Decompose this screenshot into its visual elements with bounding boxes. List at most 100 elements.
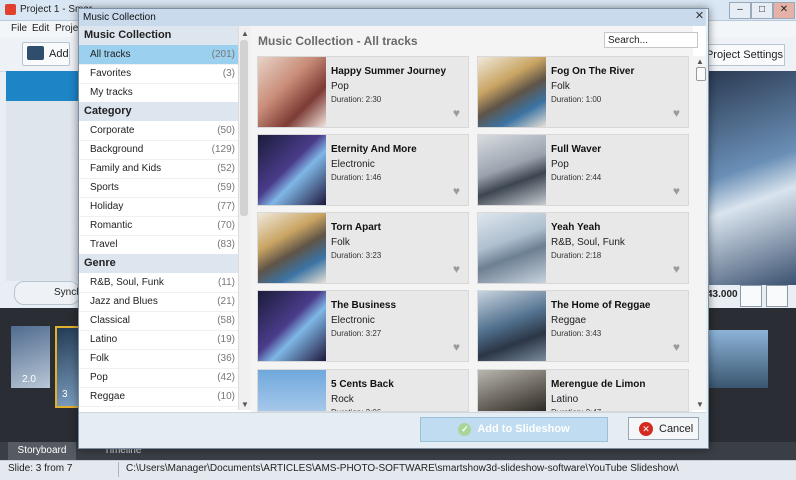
sidebar-section-heading: Music Collection	[79, 26, 238, 45]
fullscreen-icon[interactable]	[740, 285, 762, 307]
sidebar-item[interactable]: All tracks (201)	[79, 45, 238, 65]
track-card[interactable]: Eternity And More Electronic Duration: 1:4…	[257, 134, 469, 206]
track-genre: Rock	[331, 394, 354, 405]
sidebar-item[interactable]: R&B, Soul, Funk (11)	[79, 273, 238, 293]
scroll-up-icon[interactable]: ▲	[241, 29, 249, 38]
heart-icon[interactable]: ♥	[453, 263, 460, 275]
sidebar-item-label: Romantic	[90, 220, 133, 231]
sidebar-item[interactable]: Sports (59)	[79, 178, 238, 198]
sidebar-item[interactable]: Background (129)	[79, 140, 238, 160]
sidebar-item-count: (58)	[217, 315, 235, 326]
sidebar-item-label: Travel	[90, 239, 118, 250]
sidebar-item[interactable]: Latino (19)	[79, 330, 238, 350]
add-to-slideshow-button[interactable]: ✓ Add to Slideshow	[420, 417, 608, 442]
sidebar-item-label: All tracks	[90, 49, 131, 60]
heart-icon[interactable]: ♥	[673, 263, 680, 275]
track-duration: Duration: 3:27	[331, 329, 382, 338]
track-thumbnail	[478, 57, 546, 127]
track-thumbnail	[258, 57, 326, 127]
add-to-slideshow-label: Add to Slideshow	[477, 423, 570, 435]
app-logo-icon	[5, 4, 16, 15]
sidebar-item-count: (77)	[217, 201, 235, 212]
track-card[interactable]: Happy Summer Journey Pop Duration: 2:30 ♥	[257, 56, 469, 128]
sidebar-item-count: (11)	[217, 277, 235, 288]
sidebar-item-count: (21)	[217, 296, 235, 307]
sidebar-section-heading: Genre	[79, 254, 238, 273]
track-card[interactable]: The Business Electronic Duration: 3:27 ♥	[257, 290, 469, 362]
track-card[interactable]: Full Waver Pop Duration: 2:44 ♥	[477, 134, 689, 206]
cancel-button[interactable]: ✕ Cancel	[628, 417, 699, 440]
track-duration: Duration: 3:43	[551, 329, 602, 338]
status-divider	[118, 462, 119, 477]
sidebar-item[interactable]: My tracks	[79, 83, 238, 103]
track-card[interactable]: 5 Cents BackRockDuration: 2:06♥	[257, 369, 469, 412]
sidebar-item-count: (50)	[217, 125, 235, 136]
add-button[interactable]: Add	[22, 42, 70, 66]
sidebar-item-label: R&B, Soul, Funk	[90, 277, 164, 288]
track-card[interactable]: The Home of Reggae Reggae Duration: 3:43 ♥	[477, 290, 689, 362]
snapshot-icon[interactable]	[766, 285, 788, 307]
track-thumbnail	[478, 370, 546, 411]
sidebar-item-label: Reggae	[90, 391, 126, 402]
slide-number: 3	[62, 389, 68, 400]
heart-icon[interactable]: ♥	[453, 107, 460, 119]
sidebar-item[interactable]: Family and Kids (52)	[79, 159, 238, 179]
track-genre: Pop	[331, 81, 349, 92]
close-window-icon[interactable]: ✕	[773, 2, 795, 19]
sidebar-item[interactable]: Pop (42)	[79, 368, 238, 388]
track-genre: Electronic	[331, 159, 375, 170]
sidebar-item[interactable]: Holiday (77)	[79, 197, 238, 217]
track-duration: Duration: 2:30	[331, 95, 382, 104]
camera-icon	[27, 46, 44, 60]
tracks-scroll-thumb[interactable]	[696, 67, 706, 81]
slide-duration: 2.0	[22, 374, 36, 385]
menu-edit[interactable]: Edit	[32, 23, 49, 34]
sidebar-scroll-thumb[interactable]	[240, 40, 248, 216]
track-title: Full Waver	[551, 144, 602, 155]
track-card[interactable]: Fog On The River Folk Duration: 1:00 ♥	[477, 56, 689, 128]
menu-file[interactable]: File	[11, 23, 27, 34]
search-input[interactable]	[604, 32, 698, 48]
track-card[interactable]: Yeah Yeah R&B, Soul, Funk Duration: 2:18 ♥	[477, 212, 689, 284]
heart-icon[interactable]: ♥	[673, 341, 680, 353]
sidebar-item[interactable]: Romantic (70)	[79, 216, 238, 236]
time-display: 43.000	[707, 289, 738, 300]
track-thumbnail	[478, 291, 546, 361]
maximize-icon[interactable]: □	[751, 2, 773, 19]
track-duration: Duration: 2:44	[551, 173, 602, 182]
scroll-down-icon[interactable]: ▼	[241, 400, 249, 409]
sidebar-item[interactable]: Corporate (50)	[79, 121, 238, 141]
sidebar-item-count: (42)	[217, 372, 235, 383]
sidebar-item-count: (52)	[217, 163, 235, 174]
scroll-down-icon[interactable]: ▼	[696, 400, 704, 409]
check-icon: ✓	[458, 422, 472, 436]
track-card[interactable]: Merengue de LimonLatinoDuration: 2:47♥	[477, 369, 689, 412]
project-settings-button[interactable]: Project Settings	[704, 44, 785, 66]
heart-icon[interactable]: ♥	[453, 341, 460, 353]
close-icon[interactable]: ✕	[694, 11, 705, 22]
dialog-footer	[79, 412, 706, 447]
heart-icon[interactable]: ♥	[453, 185, 460, 197]
sidebar-item[interactable]: Jazz and Blues (21)	[79, 292, 238, 312]
sidebar-item[interactable]: Travel (83)	[79, 235, 238, 255]
tracks-scrollbar[interactable]	[693, 56, 706, 410]
minimize-icon[interactable]: –	[729, 2, 751, 19]
sidebar-item[interactable]: Classical (58)	[79, 311, 238, 331]
sidebar-item-label: Sports	[90, 182, 119, 193]
sidebar-item[interactable]: Reggae (10)	[79, 387, 238, 407]
track-thumbnail	[258, 135, 326, 205]
tab-storyboard[interactable]: Storyboard	[8, 442, 76, 460]
track-card[interactable]: Torn Apart Folk Duration: 3:23 ♥	[257, 212, 469, 284]
heart-icon[interactable]: ♥	[673, 185, 680, 197]
status-path: C:\Users\Manager\Documents\ARTICLES\AMS-…	[126, 463, 679, 474]
sidebar-section-heading: Category	[79, 102, 238, 121]
slide-thumb[interactable]	[708, 330, 768, 388]
track-thumbnail	[478, 213, 546, 283]
sidebar-item[interactable]: Favorites (3)	[79, 64, 238, 84]
dialog-titlebar	[79, 9, 706, 26]
track-duration: Duration: 1:46	[331, 173, 382, 182]
heart-icon[interactable]: ♥	[673, 107, 680, 119]
scroll-up-icon[interactable]: ▲	[696, 57, 704, 66]
sidebar-item[interactable]: Folk (36)	[79, 349, 238, 369]
sidebar-item-label: Pop	[90, 372, 108, 383]
